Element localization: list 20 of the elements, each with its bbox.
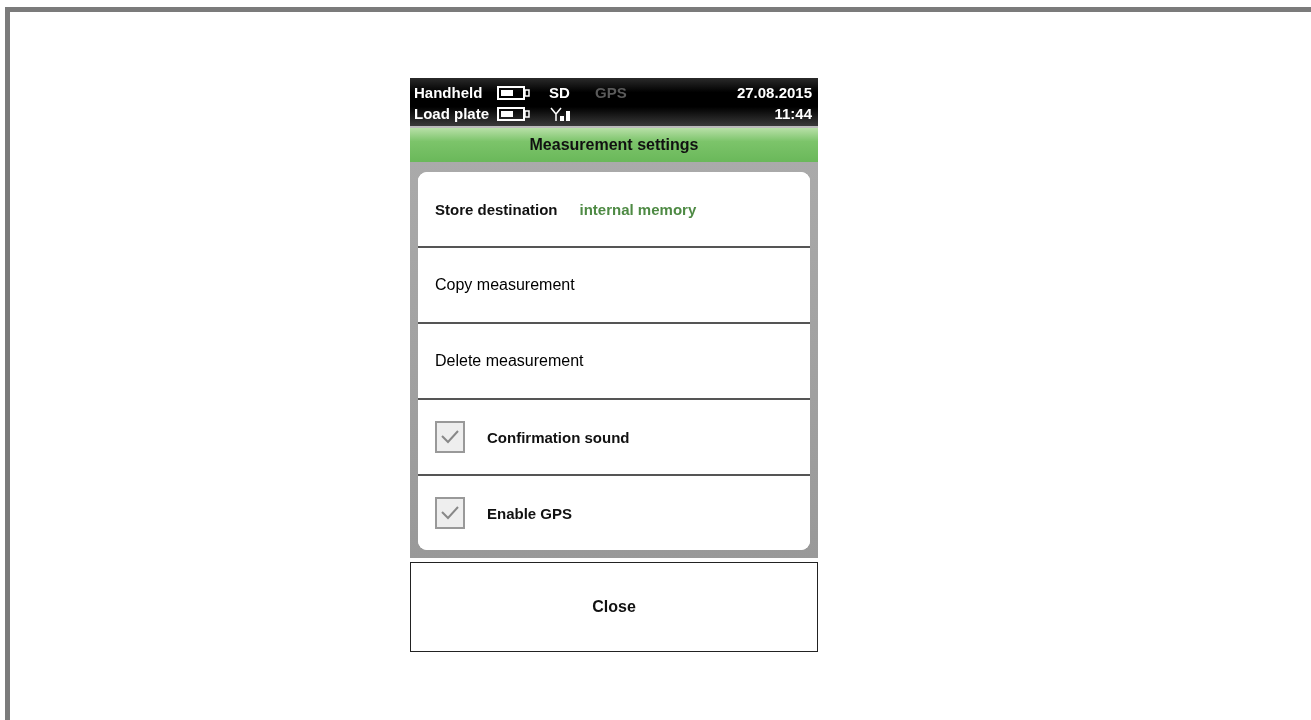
- check-icon: [440, 505, 460, 521]
- date-text: 27.08.2015: [735, 84, 812, 101]
- time-text: 11:44: [773, 105, 812, 122]
- setting-label: Store destination: [435, 200, 558, 218]
- screen-title: Measurement settings: [410, 128, 818, 162]
- check-icon: [440, 429, 460, 445]
- signal-antenna-icon: [549, 105, 573, 122]
- setting-value: internal memory: [579, 200, 697, 218]
- load-plate-label: Load plate: [414, 105, 489, 122]
- sd-indicator: SD: [549, 84, 571, 101]
- gps-indicator: GPS: [595, 84, 628, 101]
- setting-label: Confirmation sound: [487, 428, 630, 446]
- device-label: Handheld: [414, 84, 484, 101]
- battery-icon: [497, 84, 531, 101]
- battery-icon: [497, 105, 531, 122]
- close-button[interactable]: Close: [410, 562, 818, 652]
- settings-row[interactable]: Enable GPS: [418, 474, 810, 550]
- setting-label: Enable GPS: [487, 504, 573, 522]
- checkbox[interactable]: [435, 497, 465, 529]
- checkbox[interactable]: [435, 421, 465, 453]
